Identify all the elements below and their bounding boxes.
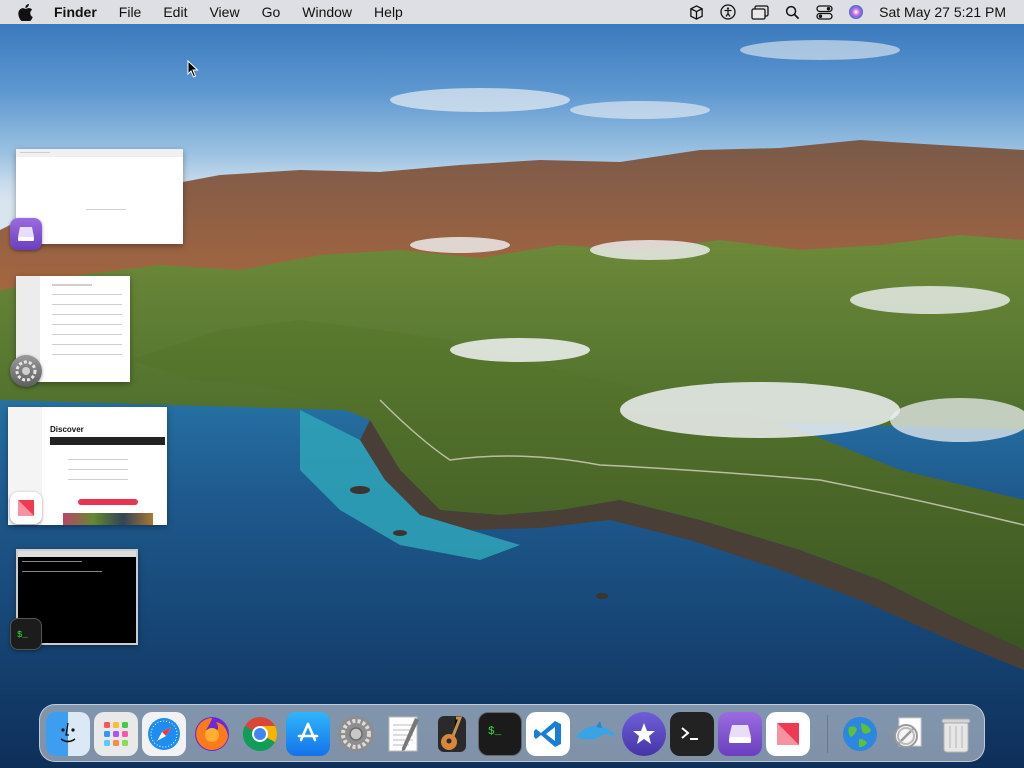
spotlight-search-icon[interactable] [783,3,801,21]
dock-separator [827,715,828,753]
control-center-icon[interactable] [815,3,833,21]
terminal-dock-icon[interactable]: $_ [478,712,522,756]
desktop-wallpaper [0,0,1024,768]
app-store-icon[interactable] [286,712,330,756]
window-stack-icon[interactable] [751,3,769,21]
script-editor-icon[interactable] [670,712,714,756]
svg-text:$_: $_ [17,630,28,640]
accessibility-icon[interactable] [719,3,737,21]
menu-bar: Finder File Edit View Go Window Help Sat… [0,0,1024,24]
menu-help[interactable]: Help [374,4,403,20]
siri-icon[interactable] [847,3,865,21]
purple-archive-icon [10,218,42,250]
svg-text:$_: $_ [488,726,502,738]
finder-icon[interactable] [46,712,90,756]
firefox-icon[interactable] [190,712,234,756]
mouse-cursor-icon [187,59,199,78]
archive-utility-icon[interactable] [718,712,762,756]
preview-icon[interactable] [886,712,930,756]
terminal-icon: $_ [10,618,42,650]
gear-icon [10,355,42,387]
dolphin-icon[interactable] [574,712,618,756]
imovie-icon[interactable] [622,712,666,756]
chrome-icon[interactable] [238,712,282,756]
apple-icon[interactable] [18,3,34,21]
menu-file[interactable]: File [119,4,142,20]
news-icon [10,492,42,524]
dock: $_ [39,704,985,762]
menu-app-name[interactable]: Finder [54,4,97,20]
news-thumb-title: Discover [50,425,84,434]
trash-icon[interactable] [934,712,978,756]
menu-edit[interactable]: Edit [163,4,187,20]
menu-extras: Sat May 27 5:21 PM [673,0,1006,24]
menu-clock[interactable]: Sat May 27 5:21 PM [879,4,1006,20]
launchpad-icon[interactable] [94,712,138,756]
menu-window[interactable]: Window [302,4,352,20]
garageband-icon[interactable] [430,712,474,756]
textedit-icon[interactable] [382,712,426,756]
menu-view[interactable]: View [209,4,239,20]
menu-go[interactable]: Go [262,4,281,20]
cube-icon[interactable] [687,3,705,21]
safari-icon[interactable] [142,712,186,756]
globe-icon[interactable] [838,712,882,756]
system-preferences-icon[interactable] [334,712,378,756]
vscode-icon[interactable] [526,712,570,756]
news-dock-icon[interactable] [766,712,810,756]
